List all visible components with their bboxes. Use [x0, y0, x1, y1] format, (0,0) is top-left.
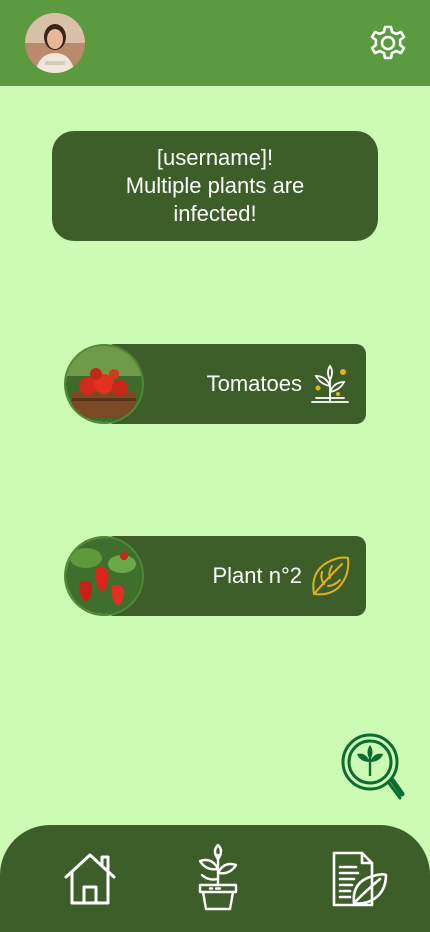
nav-reports[interactable] — [328, 851, 388, 911]
nav-plants[interactable] — [188, 843, 248, 911]
plant-photo-tomatoes[interactable] — [64, 344, 144, 424]
tomatoes-image — [66, 346, 142, 422]
plant-photo-plant-2[interactable] — [64, 536, 144, 616]
strawberries-image — [66, 538, 142, 614]
gear-icon — [370, 25, 406, 60]
document-leaf-icon — [332, 851, 388, 907]
nav-home[interactable] — [62, 851, 122, 911]
alert-line-3: infected! — [173, 201, 257, 226]
avatar[interactable] — [25, 13, 85, 73]
avatar-image — [25, 13, 85, 73]
plant-name: Plant n°2 — [212, 563, 302, 588]
home-icon — [64, 853, 116, 905]
plant-search-icon — [341, 733, 405, 800]
potted-plant-icon — [198, 843, 238, 911]
sprout-sun-icon — [311, 364, 349, 403]
plant-name: Tomatoes — [206, 371, 302, 396]
infection-alert: [username]! Multiple plants are infected… — [52, 131, 378, 241]
plant-scan-button[interactable] — [340, 732, 406, 806]
settings-button[interactable] — [366, 21, 410, 65]
leaf-icon — [312, 556, 350, 596]
alert-line-2: Multiple plants are — [125, 173, 305, 198]
alert-line-1: [username]! — [156, 145, 274, 170]
top-bar — [0, 0, 430, 86]
bottom-navigation — [0, 825, 430, 932]
